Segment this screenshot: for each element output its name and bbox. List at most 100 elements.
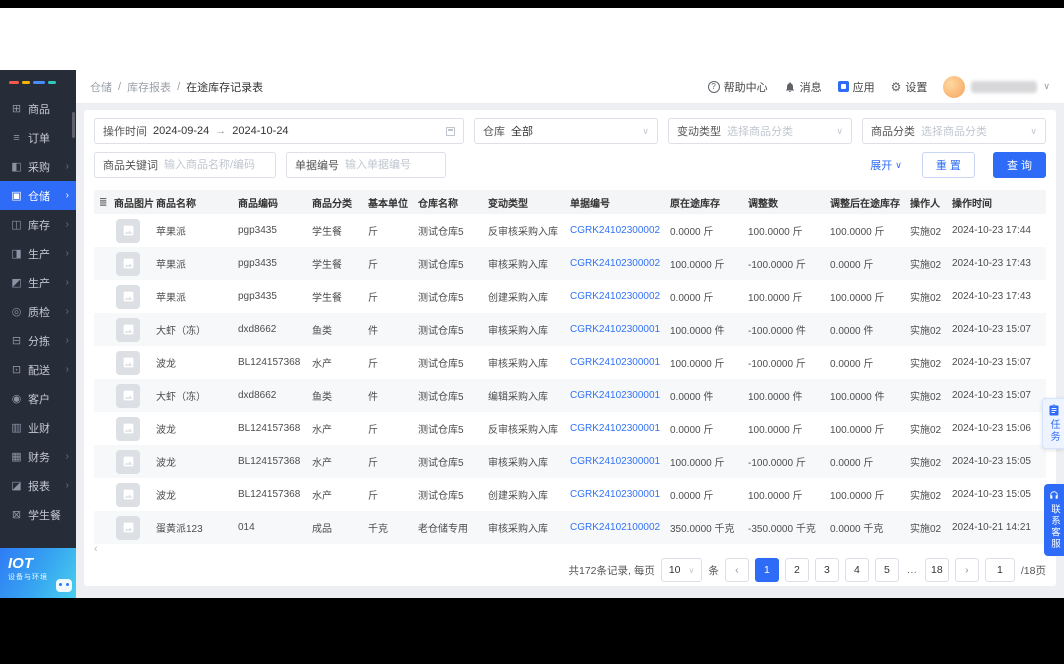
sidebar-item-报表[interactable]: ◪ 报表 › bbox=[0, 471, 76, 500]
sidebar: ⊞ 商品 ≡ 订单 ◧ 采购 › ▣ 仓储 › ◫ 库存 › ◨ 生产 › ◩ 生产 › ◎ 质检 › ⊟ 分拣 › ⊡ 配送 › ◉ 客… bbox=[0, 70, 76, 598]
doc-no-field[interactable]: 单据编号 bbox=[286, 152, 446, 178]
sidebar-item-质检[interactable]: ◎ 质检 › bbox=[0, 297, 76, 326]
table-cell: -100.0000 斤 bbox=[748, 458, 806, 469]
table-row[interactable]: 波龙 BL124157368 水产 斤 测试仓库5 创建采购入库 CGRK241023000… bbox=[94, 478, 1046, 511]
table-row[interactable]: 苹果派 pgp3435 学生餐 斤 测试仓库5 审核采购入库 CGRK24102300002… bbox=[94, 247, 1046, 280]
iot-logo[interactable]: IOT 设备与环境 bbox=[0, 548, 76, 598]
doc-no-link[interactable]: CGRK24102300002 bbox=[568, 225, 668, 236]
table-cell: 苹果派 bbox=[156, 293, 186, 304]
sidebar-item-生产[interactable]: ◨ 生产 › bbox=[0, 239, 76, 268]
sidebar-item-业财[interactable]: ▥ 业财 bbox=[0, 413, 76, 442]
breadcrumb-item[interactable]: 仓储 bbox=[90, 79, 112, 95]
table-row[interactable]: 苹果派 pgp3435 学生餐 斤 测试仓库5 反审核采购入库 CGRK2410230000… bbox=[94, 214, 1046, 247]
table-row[interactable]: 蛋黄派123 014 成品 千克 老仓储专用 审核采购入库 CGRK24102100002 3… bbox=[94, 511, 1046, 544]
doc-no-link[interactable]: CGRK24102300002 bbox=[568, 291, 668, 302]
chevron-right-icon: › bbox=[65, 219, 69, 230]
contact-service-label: 联系客服 bbox=[1049, 504, 1060, 550]
table-row[interactable]: 波龙 BL124157368 水产 斤 测试仓库5 审核采购入库 CGRK241023000… bbox=[94, 346, 1046, 379]
sidebar-item-配送[interactable]: ⊡ 配送 › bbox=[0, 355, 76, 384]
category-placeholder: 选择商品分类 bbox=[921, 126, 987, 138]
table-row[interactable]: 苹果派 pgp3435 学生餐 斤 测试仓库5 创建采购入库 CGRK24102300002… bbox=[94, 280, 1046, 313]
page-button-5[interactable]: 5 bbox=[874, 558, 899, 582]
settings-button[interactable]: ⚙ 设置 bbox=[891, 79, 928, 95]
production2-icon: ◩ bbox=[11, 277, 22, 289]
task-icon bbox=[1049, 404, 1058, 416]
page-button-4[interactable]: 4 bbox=[844, 558, 869, 582]
date-range-picker[interactable]: 操作时间 2024-09-24 → 2024-10-24 bbox=[94, 118, 464, 144]
table-cell: 蛋黄派123 bbox=[156, 524, 203, 535]
query-button[interactable]: 查 询 bbox=[992, 152, 1046, 178]
sidebar-item-仓储[interactable]: ▣ 仓储 › bbox=[0, 181, 76, 210]
sidebar-scrollbar[interactable] bbox=[72, 112, 75, 138]
doc-no-link[interactable]: CGRK24102300001 bbox=[568, 456, 668, 467]
page-size-select[interactable]: 10 ∨ bbox=[660, 558, 703, 582]
category-select[interactable]: 商品分类 选择商品分类 ∨ bbox=[862, 118, 1046, 144]
prev-page-button[interactable]: ‹ bbox=[724, 558, 749, 582]
table-cell: 2024-10-21 14:21 bbox=[952, 522, 1031, 533]
task-floating-button[interactable]: 任务 bbox=[1042, 398, 1064, 449]
sidebar-item-生产[interactable]: ◩ 生产 › bbox=[0, 268, 76, 297]
doc-no-link[interactable]: CGRK24102100002 bbox=[568, 522, 668, 533]
breadcrumb-item[interactable]: 库存报表 bbox=[127, 79, 171, 95]
product-image-placeholder bbox=[116, 482, 140, 507]
warehouse-value: 全部 bbox=[511, 126, 533, 138]
table-cell: 波龙 bbox=[156, 359, 176, 370]
page-jump-input[interactable]: 1 bbox=[984, 558, 1015, 582]
sidebar-item-财务[interactable]: ▦ 财务 › bbox=[0, 442, 76, 471]
user-menu[interactable]: ∨ bbox=[943, 75, 1050, 98]
warehouse-select[interactable]: 仓库 全部 ∨ bbox=[474, 118, 658, 144]
change-type-select[interactable]: 变动类型 选择商品分类 ∨ bbox=[668, 118, 852, 144]
keyword-input[interactable] bbox=[164, 159, 267, 171]
sidebar-item-分拣[interactable]: ⊟ 分拣 › bbox=[0, 326, 76, 355]
sidebar-item-订单[interactable]: ≡ 订单 bbox=[0, 123, 76, 152]
expand-toggle[interactable]: 展开 ∨ bbox=[870, 157, 902, 173]
doc-no-link[interactable]: CGRK24102300001 bbox=[568, 390, 668, 401]
doc-no-link[interactable]: CGRK24102300001 bbox=[568, 489, 668, 500]
page-button-1[interactable]: 1 bbox=[754, 558, 779, 582]
sidebar-item-采购[interactable]: ◧ 采购 › bbox=[0, 152, 76, 181]
sidebar-item-库存[interactable]: ◫ 库存 › bbox=[0, 210, 76, 239]
doc-no-input[interactable] bbox=[345, 159, 437, 171]
sidebar-item-学生餐[interactable]: ⊠ 学生餐 bbox=[0, 500, 76, 529]
pagination-ellipsis[interactable]: … bbox=[905, 564, 919, 576]
chevron-right-icon: › bbox=[65, 161, 69, 172]
doc-no-link[interactable]: CGRK24102300001 bbox=[568, 324, 668, 335]
column-header: 操作人 bbox=[910, 198, 940, 210]
table-row[interactable]: 大虾（冻） dxd8662 鱼类 件 测试仓库5 编辑采购入库 CGRK2410230000… bbox=[94, 379, 1046, 412]
chevron-right-icon: › bbox=[65, 480, 69, 491]
help-center-button[interactable]: ? 帮助中心 bbox=[707, 79, 768, 95]
keyword-field[interactable]: 商品关键词 bbox=[94, 152, 276, 178]
page-button-18[interactable]: 18 bbox=[924, 558, 949, 582]
next-page-button[interactable]: › bbox=[954, 558, 979, 582]
column-settings-icon[interactable]: ≣ bbox=[96, 197, 107, 208]
table-row[interactable]: 波龙 BL124157368 水产 斤 测试仓库5 审核采购入库 CGRK241023000… bbox=[94, 445, 1046, 478]
apps-label: 应用 bbox=[852, 81, 875, 94]
table-cell: 大虾（冻） bbox=[156, 392, 206, 403]
chevron-right-icon: › bbox=[65, 335, 69, 346]
reset-button[interactable]: 重 置 bbox=[921, 152, 975, 178]
apps-button[interactable]: 应用 bbox=[837, 79, 875, 95]
h-scroll-left-arrow[interactable]: ‹ bbox=[94, 544, 1046, 556]
column-header: 商品分类 bbox=[312, 198, 352, 210]
sidebar-item-客户[interactable]: ◉ 客户 bbox=[0, 384, 76, 413]
table-cell: 审核采购入库 bbox=[488, 524, 548, 535]
user-name-redacted bbox=[971, 80, 1038, 93]
header-actions: ? 帮助中心 消息 应用 ⚙ 设置 ∨ bbox=[707, 75, 1050, 98]
table-cell: 成品 bbox=[312, 524, 332, 535]
calendar-icon bbox=[446, 126, 455, 136]
table-cell: 014 bbox=[238, 522, 255, 533]
table-cell: 苹果派 bbox=[156, 227, 186, 238]
table-row[interactable]: 波龙 BL124157368 水产 斤 测试仓库5 反审核采购入库 CGRK24102300… bbox=[94, 412, 1046, 445]
doc-no-link[interactable]: CGRK24102300001 bbox=[568, 357, 668, 368]
sidebar-item-商品[interactable]: ⊞ 商品 bbox=[0, 94, 76, 123]
table-row[interactable]: 大虾（冻） dxd8662 鱼类 件 测试仓库5 审核采购入库 CGRK2410230000… bbox=[94, 313, 1046, 346]
table-cell: 100.0000 斤 bbox=[830, 227, 885, 238]
messages-button[interactable]: 消息 bbox=[784, 79, 822, 95]
page-button-2[interactable]: 2 bbox=[784, 558, 809, 582]
page-button-3[interactable]: 3 bbox=[814, 558, 839, 582]
doc-no-link[interactable]: CGRK24102300001 bbox=[568, 423, 668, 434]
doc-no-link[interactable]: CGRK24102300002 bbox=[568, 258, 668, 269]
table-cell: 波龙 bbox=[156, 425, 176, 436]
date-label: 操作时间 bbox=[103, 126, 147, 138]
contact-service-button[interactable]: 联系客服 bbox=[1044, 484, 1064, 556]
